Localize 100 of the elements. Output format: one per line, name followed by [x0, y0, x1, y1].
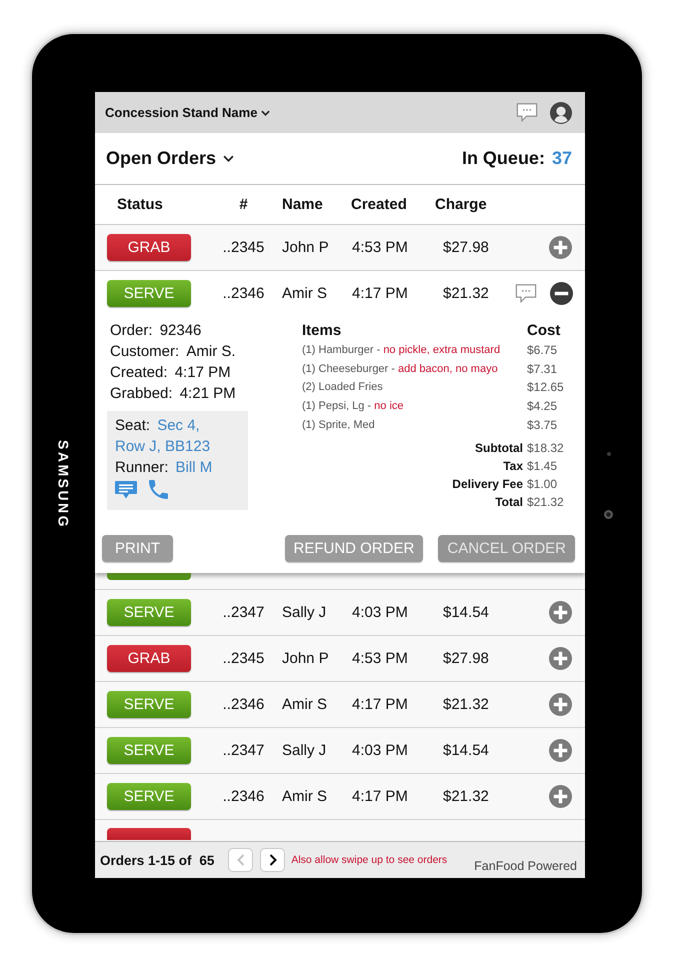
- items-heading: Items: [302, 321, 342, 341]
- grab-button[interactable]: GRAB: [107, 644, 191, 672]
- order-info-text: Created: 4:17 PM: [110, 363, 231, 383]
- stand-selector[interactable]: Concession Stand Name: [105, 105, 270, 120]
- swipe-hint-text: Also allow swipe up to see orders: [291, 854, 448, 866]
- total-value: $21.32: [527, 494, 564, 511]
- serve-button[interactable]: SERVE: [107, 690, 191, 718]
- user-avatar-icon[interactable]: [550, 102, 572, 124]
- message-icon[interactable]: [115, 480, 137, 498]
- created-time-cell: 4:17 PM: [352, 788, 408, 805]
- created-time-cell: 4:17 PM: [352, 696, 408, 713]
- created-time-cell: 4:53 PM: [352, 239, 408, 256]
- serve-button[interactable]: SERVE: [107, 736, 191, 764]
- chevron-down-icon: [261, 110, 270, 116]
- customer-name-cell: John P: [282, 239, 329, 256]
- sensor-icon: [606, 452, 610, 456]
- order-row[interactable]: GRAB ..2345 John P 4:53 PM $27.98: [95, 636, 585, 682]
- refund-order-button[interactable]: REFUND ORDER: [284, 534, 424, 562]
- powered-by-text: FanFood Powered: [474, 859, 577, 873]
- chevron-right-icon: [268, 854, 277, 866]
- order-number-cell: ..2345: [222, 650, 264, 667]
- column-header: #: [239, 196, 248, 213]
- print-button[interactable]: PRINT: [102, 534, 173, 562]
- total-value: $1.45: [527, 458, 558, 475]
- serve-button[interactable]: SERVE: [107, 598, 191, 626]
- orders-range-text: Orders 1-15 of 65: [100, 852, 214, 868]
- charge-cell: $27.98: [443, 239, 489, 256]
- item-cost-text: $12.65: [527, 379, 564, 396]
- chevron-left-icon: [236, 854, 245, 866]
- column-header: Name: [282, 196, 323, 213]
- item-cost-text: $7.31: [527, 360, 558, 378]
- grab-button[interactable]: GRAB: [107, 234, 191, 261]
- expand-icon[interactable]: [549, 646, 572, 670]
- item-cost-text: $3.75: [527, 416, 558, 434]
- order-row[interactable]: SERVE ..2347 Sally J 4:03 PM $14.54: [95, 590, 585, 636]
- order-row[interactable]: SERVE ..2346 Amir S 4:17 PM $21.32: [95, 682, 585, 728]
- order-item-text: (1) Pepsi, Lg - no ice: [302, 399, 404, 414]
- total-label: Delivery Fee: [452, 476, 523, 493]
- total-value: $18.32: [527, 440, 564, 457]
- queue-count-text: In Queue: 37: [462, 148, 572, 169]
- column-header: Created: [351, 196, 407, 213]
- customer-name-cell: Amir S: [282, 788, 327, 805]
- next-page-button[interactable]: [260, 848, 286, 872]
- order-number-cell: ..2347: [222, 604, 264, 621]
- charge-cell: $14.54: [443, 742, 489, 759]
- customer-name-cell: Amir S: [282, 284, 327, 302]
- orders-filter-dropdown[interactable]: Open Orders: [106, 148, 234, 169]
- cost-heading: Cost: [527, 321, 560, 341]
- collapse-icon[interactable]: [550, 282, 573, 304]
- camera-icon: [604, 510, 613, 518]
- total-label: Total: [495, 494, 523, 511]
- serve-button[interactable]: SERVE: [107, 782, 191, 810]
- charge-cell: $21.32: [443, 696, 489, 713]
- order-item-text: (1) Sprite, Med: [302, 418, 375, 433]
- order-row[interactable]: SERVE ..2346 Amir S 4:17 PM $21.32: [95, 774, 585, 820]
- order-row[interactable]: GRAB ..2345 John P 4:53 PM $27.98: [95, 225, 585, 271]
- charge-cell: $14.54: [443, 604, 489, 621]
- column-header: Charge: [435, 196, 487, 213]
- order-item-text: (1) Cheeseburger - add bacon, no mayo: [302, 362, 498, 377]
- order-number-cell: ..2346: [222, 284, 264, 302]
- order-item-text: (1) Hamburger - no pickle, extra mustard: [302, 343, 500, 358]
- customer-name-cell: Sally J: [282, 742, 326, 759]
- created-time-cell: 4:03 PM: [352, 604, 408, 621]
- device-brand-label: SAMSUNG: [56, 440, 72, 530]
- item-cost-text: $4.25: [527, 398, 558, 416]
- expand-icon[interactable]: [549, 784, 572, 808]
- order-number-cell: ..2345: [222, 239, 264, 256]
- expand-icon[interactable]: [549, 600, 572, 624]
- created-time-cell: 4:53 PM: [352, 650, 408, 667]
- phone-icon[interactable]: [149, 480, 168, 499]
- chat-icon[interactable]: [515, 282, 537, 304]
- total-label: Subtotal: [475, 440, 523, 457]
- seat-text: Seat: Sec 4, Row J, BB123: [115, 416, 212, 457]
- created-time-cell: 4:03 PM: [352, 742, 408, 759]
- order-info-text: Grabbed: 4:21 PM: [110, 384, 236, 404]
- customer-name-cell: Amir S: [282, 696, 327, 713]
- order-number-cell: ..2346: [222, 788, 264, 805]
- chevron-down-icon: [223, 155, 234, 162]
- grab-button[interactable]: [107, 828, 191, 840]
- charge-cell: $27.98: [443, 650, 489, 667]
- order-info-text: Customer: Amir S.: [110, 342, 236, 362]
- chat-icon[interactable]: [516, 102, 538, 123]
- expand-icon[interactable]: [549, 738, 572, 762]
- expand-icon[interactable]: [549, 236, 572, 259]
- serve-button[interactable]: SERVE: [107, 280, 191, 306]
- customer-name-cell: Sally J: [282, 604, 326, 621]
- expand-icon[interactable]: [549, 692, 572, 716]
- column-header: Status: [117, 196, 163, 213]
- order-number-cell: ..2346: [222, 696, 264, 713]
- total-value: $1.00: [527, 476, 558, 493]
- charge-cell: $21.32: [443, 284, 489, 302]
- order-number-cell: ..2347: [222, 742, 264, 759]
- order-item-text: (2) Loaded Fries: [302, 380, 383, 396]
- runner-text: Runner: Bill M: [115, 458, 214, 478]
- item-cost-text: $6.75: [527, 342, 558, 359]
- created-time-cell: 4:17 PM: [352, 284, 408, 302]
- charge-cell: $21.32: [443, 788, 489, 805]
- total-label: Tax: [503, 458, 523, 475]
- order-row[interactable]: SERVE ..2347 Sally J 4:03 PM $14.54: [95, 728, 585, 774]
- customer-name-cell: John P: [282, 650, 329, 667]
